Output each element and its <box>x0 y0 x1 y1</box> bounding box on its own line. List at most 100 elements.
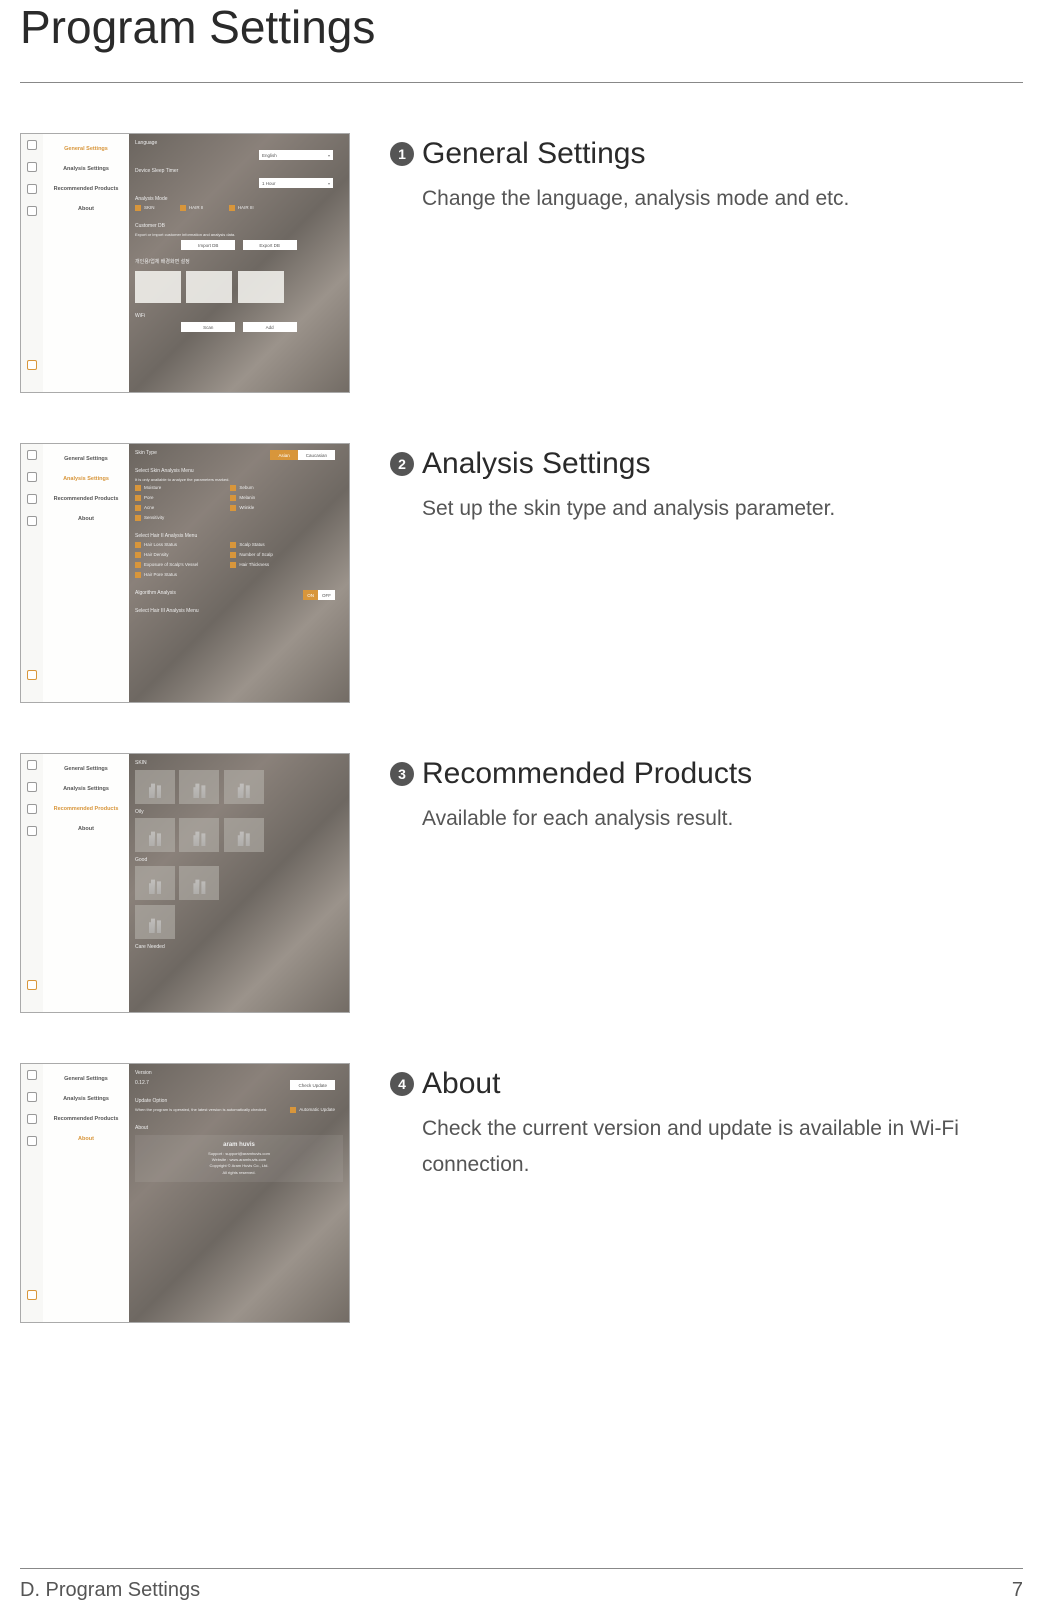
nav-recommended: Recommended Products <box>54 186 119 192</box>
desc-recommended: 3 Recommended Products Available for eac… <box>390 753 1023 837</box>
language-label: Language <box>135 140 157 146</box>
wifi-label: WiFi <box>135 313 343 319</box>
mode-opt-hair3: HAIR III <box>229 205 254 211</box>
view-icon <box>27 516 37 526</box>
about-label: About <box>135 1125 343 1131</box>
badge-3: 3 <box>390 762 414 786</box>
nav-analysis: Analysis Settings <box>63 166 109 172</box>
analysis-icon <box>27 1114 37 1124</box>
param-acne: Acne <box>135 505 205 511</box>
view-icon <box>27 1136 37 1146</box>
mode-opt-hair2: HAIR II <box>180 205 204 211</box>
desc-about: 4 About Check the current version and up… <box>390 1063 1023 1182</box>
param-thickness: Hair Thickness <box>230 562 269 568</box>
view-icon <box>27 206 37 216</box>
param-wrinkle: Wrinkle <box>230 505 254 511</box>
desc-body-3: Available for each analysis result. <box>422 801 1023 837</box>
thumbnail-recommended-products: General Settings Analysis Settings Recom… <box>20 753 350 1013</box>
view-icon <box>27 826 37 836</box>
param-sebum: Sebum <box>230 485 253 491</box>
skintype-asian-button: Asian <box>270 450 297 460</box>
update-opt-label: Update Option <box>135 1098 343 1104</box>
version-value: 0.12.7 <box>135 1080 149 1086</box>
skin-menu-desc: It is only available to analyze the para… <box>135 477 343 482</box>
update-opt-desc: When the program is operated, the latest… <box>135 1107 267 1112</box>
badge-4: 4 <box>390 1072 414 1096</box>
thumb-nav-4: General Settings Analysis Settings Recom… <box>43 1064 129 1322</box>
param-vessel: Exposure of Scalp's Vessel <box>135 562 205 568</box>
oily-label: Oily <box>135 809 343 815</box>
thumb-nav-3: General Settings Analysis Settings Recom… <box>43 754 129 1012</box>
db-desc: Export or import customer information an… <box>135 232 343 237</box>
desc-body-1: Change the language, analysis mode and e… <box>422 181 1023 217</box>
settings-icon <box>27 1290 37 1300</box>
param-pore: Pore <box>135 495 205 501</box>
nav-analysis: Analysis Settings <box>63 786 109 792</box>
skintype-label: Skin Type <box>135 450 157 456</box>
analysis-icon <box>27 494 37 504</box>
desc-title-1: General Settings <box>422 137 645 171</box>
page-title: Program Settings <box>20 0 1023 83</box>
nav-general: General Settings <box>64 1076 108 1082</box>
home-icon <box>27 760 37 770</box>
desc-title-2: Analysis Settings <box>422 447 650 481</box>
home-icon <box>27 140 37 150</box>
nav-about: About <box>78 516 94 522</box>
analysis-icon <box>27 184 37 194</box>
nav-analysis: Analysis Settings <box>63 476 109 482</box>
home-icon <box>27 450 37 460</box>
analysis-icon <box>27 804 37 814</box>
param-moisture: Moisture <box>135 485 205 491</box>
thumb-content-general: Language English Device Sleep Timer 1 Ho… <box>129 134 349 392</box>
wifi-add-button: Add <box>243 322 297 332</box>
nav-general: General Settings <box>64 766 108 772</box>
section-general-settings: General Settings Analysis Settings Recom… <box>20 133 1023 393</box>
desc-title-3: Recommended Products <box>422 757 752 791</box>
badge-1: 1 <box>390 142 414 166</box>
home-icon <box>27 1070 37 1080</box>
nav-recommended: Recommended Products <box>54 496 119 502</box>
prod-dry <box>224 770 264 804</box>
thumb-content-analysis: Skin Type AsianCaucasian Select Skin Ana… <box>129 444 349 702</box>
skintype-caucasian-button: Caucasian <box>298 450 335 460</box>
skin-label: SKIN <box>135 760 343 766</box>
customer-icon <box>27 162 37 172</box>
auto-update-check: Automatic Update <box>290 1107 335 1113</box>
settings-icon <box>27 980 37 990</box>
import-db-button: Import DB <box>181 240 235 250</box>
param-melanin: Melanin <box>230 495 255 501</box>
prod-good-2 <box>179 866 219 900</box>
thumbnail-analysis-settings: General Settings Analysis Settings Recom… <box>20 443 350 703</box>
thumb-iconbar-3 <box>21 754 43 1012</box>
db-label: Customer DB <box>135 223 343 229</box>
customer-icon <box>27 782 37 792</box>
bg-label: 개인용/업체 배경화면 설정 <box>135 258 343 265</box>
nav-general: General Settings <box>64 456 108 462</box>
section-recommended-products: General Settings Analysis Settings Recom… <box>20 753 1023 1013</box>
section-about: General Settings Analysis Settings Recom… <box>20 1063 1023 1323</box>
bg-thumb-2 <box>186 271 232 303</box>
thumb-nav-2: General Settings Analysis Settings Recom… <box>43 444 129 702</box>
algo-on-button: ON <box>303 590 318 600</box>
param-density: Hair Density <box>135 552 205 558</box>
thumb-content-products: SKIN Oily Good Care Needed <box>129 754 349 1012</box>
param-sensitivity: Sensitivity <box>135 515 164 521</box>
param-pore-status: Hair Pore Status <box>135 572 177 578</box>
sleep-label: Device Sleep Timer <box>135 168 178 174</box>
check-update-button: Check Update <box>290 1080 335 1090</box>
thumb-iconbar <box>21 134 43 392</box>
hair2-menu-label: Select Hair II Analysis Menu <box>135 533 343 539</box>
nav-about: About <box>78 826 94 832</box>
footer-page-number: 7 <box>1012 1579 1023 1602</box>
settings-icon <box>27 670 37 680</box>
page-footer: D. Program Settings 7 <box>20 1568 1023 1602</box>
badge-2: 2 <box>390 452 414 476</box>
prod-dry2 <box>224 818 264 852</box>
mode-opt-skin: SKIN <box>135 205 155 211</box>
param-scalp: Scalp Status <box>230 542 264 548</box>
param-numscalp: Number of Scalp <box>230 552 273 558</box>
desc-title-4: About <box>422 1067 500 1101</box>
nav-about: About <box>78 206 94 212</box>
param-hairloss: Hair Loss Status <box>135 542 205 548</box>
export-db-button: Export DB <box>243 240 297 250</box>
